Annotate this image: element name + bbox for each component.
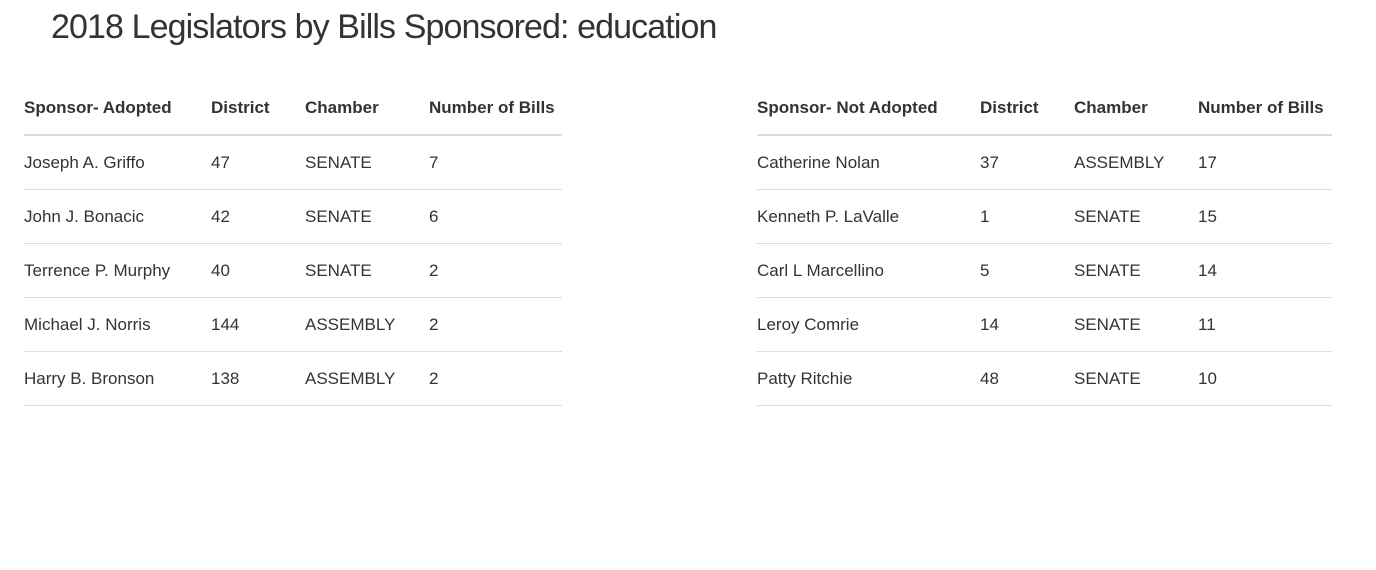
sponsor-cell: Leroy Comrie: [757, 297, 980, 352]
column-header-chamber[interactable]: Chamber: [1074, 82, 1198, 136]
chamber-cell: SENATE: [305, 243, 429, 298]
sponsor-cell: John J. Bonacic: [24, 189, 211, 244]
not-adopted-table: Sponsor- Not Adopted District Chamber Nu…: [757, 82, 1332, 406]
bills-cell: 6: [429, 189, 562, 244]
district-cell: 138: [211, 351, 305, 406]
bills-cell: 2: [429, 243, 562, 298]
district-cell: 1: [980, 189, 1074, 244]
district-cell: 37: [980, 135, 1074, 190]
table-row: John J. Bonacic 42 SENATE 6: [24, 189, 562, 244]
chamber-cell: SENATE: [305, 135, 429, 190]
sponsor-cell: Patty Ritchie: [757, 351, 980, 406]
adopted-table: Sponsor- Adopted District Chamber Number…: [24, 82, 562, 406]
table-row: Joseph A. Griffo 47 SENATE 7: [24, 135, 562, 190]
table-row: Catherine Nolan 37 ASSEMBLY 17: [757, 135, 1332, 190]
column-header-chamber[interactable]: Chamber: [305, 82, 429, 136]
district-cell: 48: [980, 351, 1074, 406]
sponsor-cell: Kenneth P. LaValle: [757, 189, 980, 244]
chamber-cell: SENATE: [1074, 351, 1198, 406]
chamber-cell: ASSEMBLY: [1074, 135, 1198, 190]
table-row: Carl L Marcellino 5 SENATE 14: [757, 243, 1332, 298]
sponsor-cell: Michael J. Norris: [24, 297, 211, 352]
table-row: Leroy Comrie 14 SENATE 11: [757, 297, 1332, 352]
sponsor-cell: Harry B. Bronson: [24, 351, 211, 406]
sponsor-cell: Catherine Nolan: [757, 135, 980, 190]
district-cell: 144: [211, 297, 305, 352]
bills-cell: 15: [1198, 189, 1332, 244]
chamber-cell: ASSEMBLY: [305, 351, 429, 406]
district-cell: 42: [211, 189, 305, 244]
bills-cell: 2: [429, 297, 562, 352]
district-cell: 14: [980, 297, 1074, 352]
column-header-sponsor[interactable]: Sponsor- Adopted: [24, 82, 211, 136]
bills-cell: 14: [1198, 243, 1332, 298]
sponsor-cell: Joseph A. Griffo: [24, 135, 211, 190]
table-row: Terrence P. Murphy 40 SENATE 2: [24, 243, 562, 298]
column-header-sponsor[interactable]: Sponsor- Not Adopted: [757, 82, 980, 136]
table-row: Kenneth P. LaValle 1 SENATE 15: [757, 189, 1332, 244]
column-header-district[interactable]: District: [980, 82, 1074, 136]
table-row: Harry B. Bronson 138 ASSEMBLY 2: [24, 351, 562, 406]
bills-cell: 11: [1198, 297, 1332, 352]
district-cell: 47: [211, 135, 305, 190]
sponsor-cell: Carl L Marcellino: [757, 243, 980, 298]
chamber-cell: ASSEMBLY: [305, 297, 429, 352]
column-header-number-of-bills[interactable]: Number of Bills: [429, 82, 562, 136]
district-cell: 5: [980, 243, 1074, 298]
column-header-district[interactable]: District: [211, 82, 305, 136]
bills-cell: 2: [429, 351, 562, 406]
bills-cell: 10: [1198, 351, 1332, 406]
chamber-cell: SENATE: [1074, 297, 1198, 352]
district-cell: 40: [211, 243, 305, 298]
table-header-row: Sponsor- Not Adopted District Chamber Nu…: [757, 82, 1332, 136]
sponsor-cell: Terrence P. Murphy: [24, 243, 211, 298]
bills-cell: 17: [1198, 135, 1332, 190]
table-row: Michael J. Norris 144 ASSEMBLY 2: [24, 297, 562, 352]
bills-cell: 7: [429, 135, 562, 190]
page-title: 2018 Legislators by Bills Sponsored: edu…: [51, 8, 717, 46]
chamber-cell: SENATE: [305, 189, 429, 244]
column-header-number-of-bills[interactable]: Number of Bills: [1198, 82, 1332, 136]
chamber-cell: SENATE: [1074, 189, 1198, 244]
table-row: Patty Ritchie 48 SENATE 10: [757, 351, 1332, 406]
table-header-row: Sponsor- Adopted District Chamber Number…: [24, 82, 562, 136]
chamber-cell: SENATE: [1074, 243, 1198, 298]
